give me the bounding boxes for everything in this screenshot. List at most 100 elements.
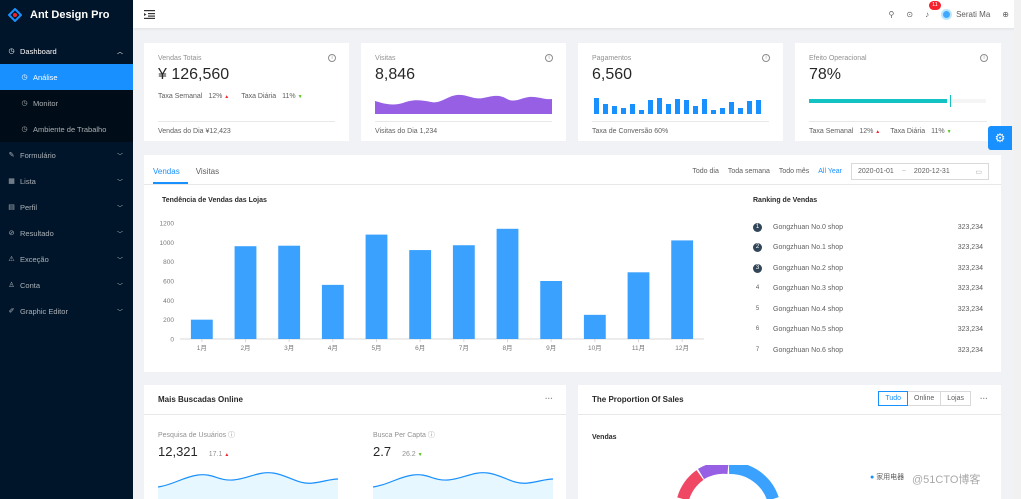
info-circle-icon[interactable]: ⓘ <box>428 432 435 439</box>
tab-visitas[interactable]: Visitas <box>196 167 227 184</box>
stat-pct: 26.2 <box>402 451 416 458</box>
sidebar-item-analise[interactable]: ◷ Análise <box>0 64 133 90</box>
range-month[interactable]: Todo mês <box>779 168 809 175</box>
segment-online[interactable]: Online <box>907 391 942 406</box>
card-header: The Proportion Of Sales Tudo Online Loja… <box>578 385 1001 415</box>
users-search-area-chart <box>158 472 338 499</box>
sidebar-item-conta[interactable]: ♙ Conta ﹀ <box>0 272 133 298</box>
stat-value: 2.7 <box>373 444 392 459</box>
scrollbar[interactable] <box>1014 0 1021 499</box>
range-week[interactable]: Toda semana <box>728 168 770 175</box>
chart-bar[interactable] <box>321 284 344 339</box>
ellipsis-icon[interactable]: ··· <box>980 394 988 403</box>
chart-bar[interactable] <box>234 246 257 339</box>
sidebar-item-graphic-editor[interactable]: ✐ Graphic Editor ﹀ <box>0 298 133 324</box>
notification-bell[interactable]: ♪ 11 <box>925 0 941 19</box>
global-language-icon[interactable]: ⊕ <box>1002 10 1009 19</box>
ellipsis-icon[interactable]: ··· <box>545 394 553 403</box>
legend-label: 家用电器 <box>876 474 905 481</box>
search-icon[interactable]: ⚲ <box>889 10 895 19</box>
ranking-list: 1 Gongzhuan No.0 shop 323,234 2 Gongzhuan N… <box>753 217 983 361</box>
stat-value: ¥ 126,560 <box>158 66 230 83</box>
sidebar-item-resultado[interactable]: ⊘ Resultado ﹀ <box>0 220 133 246</box>
y-tick-label: 600 <box>163 279 174 286</box>
stat-trend: Taxa Semanal 12% ▲ Taxa Diária 11% ▼ <box>158 86 335 114</box>
date-separator: ~ <box>901 168 906 175</box>
sidebar-item-monitor[interactable]: ◷ Monitor <box>0 90 133 116</box>
y-tick-label: 800 <box>163 259 174 266</box>
sidebar: Ant Design Pro ◷ Dashboard ︿ ◷ Análise ◷… <box>0 0 133 499</box>
x-tick-label: 3月 <box>284 344 294 352</box>
chart-bar[interactable] <box>452 245 475 339</box>
info-circle-icon[interactable]: i <box>762 54 770 62</box>
list-item: 3 Gongzhuan No.2 shop 323,234 <box>753 258 983 279</box>
sidebar-item-excecao[interactable]: ⚠ Exceção ﹀ <box>0 246 133 272</box>
card-title: The Proportion Of Sales <box>592 395 684 404</box>
question-circle-icon[interactable]: ⊙ <box>906 10 913 19</box>
segment-stores[interactable]: Lojas <box>940 391 971 406</box>
info-circle-icon[interactable]: i <box>328 54 336 62</box>
sidebar-item-label: Graphic Editor <box>20 306 68 316</box>
sales-card: Vendas Visitas Todo dia Toda semana Todo… <box>144 155 1001 372</box>
weekly-label: Taxa Semanal <box>158 93 203 100</box>
stat-card-visits: Visitas i 8,846 Visitas do Dia 1,234 <box>361 43 566 141</box>
chart-bar[interactable] <box>540 281 563 339</box>
chart-bar[interactable] <box>409 250 432 339</box>
gear-icon: ⚙ <box>994 131 1006 145</box>
caret-down-icon: ▼ <box>297 94 303 100</box>
segment-all[interactable]: Tudo <box>878 391 909 406</box>
sidebar-item-perfil[interactable]: ▤ Perfil ﹀ <box>0 194 133 220</box>
chevron-down-icon: ﹀ <box>116 257 123 264</box>
chart-title: Tendência de Vendas das Lojas <box>162 197 267 204</box>
stat-card-operational: Efeito Operacional i 78% Taxa Semanal 12… <box>795 43 1001 141</box>
chart-bar[interactable] <box>627 272 650 339</box>
tab-vendas[interactable]: Vendas <box>153 167 188 184</box>
menu-fold-icon[interactable] <box>144 9 155 19</box>
sales-extra: Todo dia Toda semana Todo mês All Year 2… <box>692 163 989 180</box>
x-tick-label: 2月 <box>240 344 250 352</box>
caret-up-icon: ▲ <box>875 129 881 135</box>
form-icon: ✎ <box>8 152 15 159</box>
logo[interactable]: Ant Design Pro <box>0 0 133 30</box>
list-item: 7 Gongzhuan No.6 shop 323,234 <box>753 340 983 361</box>
date-range-picker[interactable]: 2020-01-01 ~ 2020-12-31 ▭ <box>851 163 989 180</box>
card-header: Mais Buscadas Online ··· <box>144 385 566 415</box>
stat-label: Busca Per Capta <box>373 432 426 439</box>
sidebar-item-dashboard[interactable]: ◷ Dashboard ︿ <box>0 38 133 64</box>
chart-bar[interactable] <box>365 234 388 339</box>
sidebar-item-label: Resultado <box>20 228 54 238</box>
chevron-down-icon: ﹀ <box>116 205 123 212</box>
proportion-subtitle: Vendas <box>592 434 617 441</box>
profile-icon: ▤ <box>8 204 15 211</box>
info-circle-icon[interactable]: ⓘ <box>228 432 235 439</box>
sidebar-item-workplace[interactable]: ◷ Ambiente de Trabalho <box>0 116 133 142</box>
stat-value: 78% <box>809 66 842 83</box>
chart-bar[interactable] <box>496 228 519 339</box>
range-today[interactable]: Todo dia <box>692 168 718 175</box>
user-icon: ♙ <box>8 282 15 289</box>
stat-footer: Taxa Semanal 12% ▲ Taxa Diária 11% ▼ <box>809 121 987 135</box>
daily-label: Taxa Diária <box>241 93 277 100</box>
sidebar-item-formulario[interactable]: ✎ Formulário ﹀ <box>0 142 133 168</box>
stat-pct: 17.1 <box>208 451 223 458</box>
info-circle-icon[interactable]: i <box>980 54 988 62</box>
chevron-down-icon: ﹀ <box>116 309 123 316</box>
settings-drawer-button[interactable]: ⚙ <box>988 126 1012 150</box>
watermark: @51CTO博客 <box>912 474 981 486</box>
chart-bar[interactable] <box>190 319 213 339</box>
donut-slice <box>677 470 704 499</box>
sidebar-item-lista[interactable]: ▦ Lista ﹀ <box>0 168 133 194</box>
stat-title: Visitas <box>375 55 396 62</box>
info-circle-icon[interactable]: i <box>545 54 553 62</box>
dashboard-submenu: ◷ Análise ◷ Monitor ◷ Ambiente de Trabal… <box>0 64 133 142</box>
per-capita-area-chart <box>373 472 553 499</box>
stat-footer: Vendas do Dia ¥12,423 <box>158 121 335 135</box>
user-menu[interactable]: Serati Ma <box>941 8 990 20</box>
chart-bar[interactable] <box>583 314 606 339</box>
daily-value: 11% <box>931 128 945 135</box>
chart-bar[interactable] <box>671 240 694 339</box>
chart-bar[interactable] <box>278 245 301 339</box>
check-circle-icon: ⊘ <box>8 230 15 237</box>
rank-name: Gongzhuan No.1 shop <box>773 244 844 252</box>
range-year[interactable]: All Year <box>818 168 842 175</box>
